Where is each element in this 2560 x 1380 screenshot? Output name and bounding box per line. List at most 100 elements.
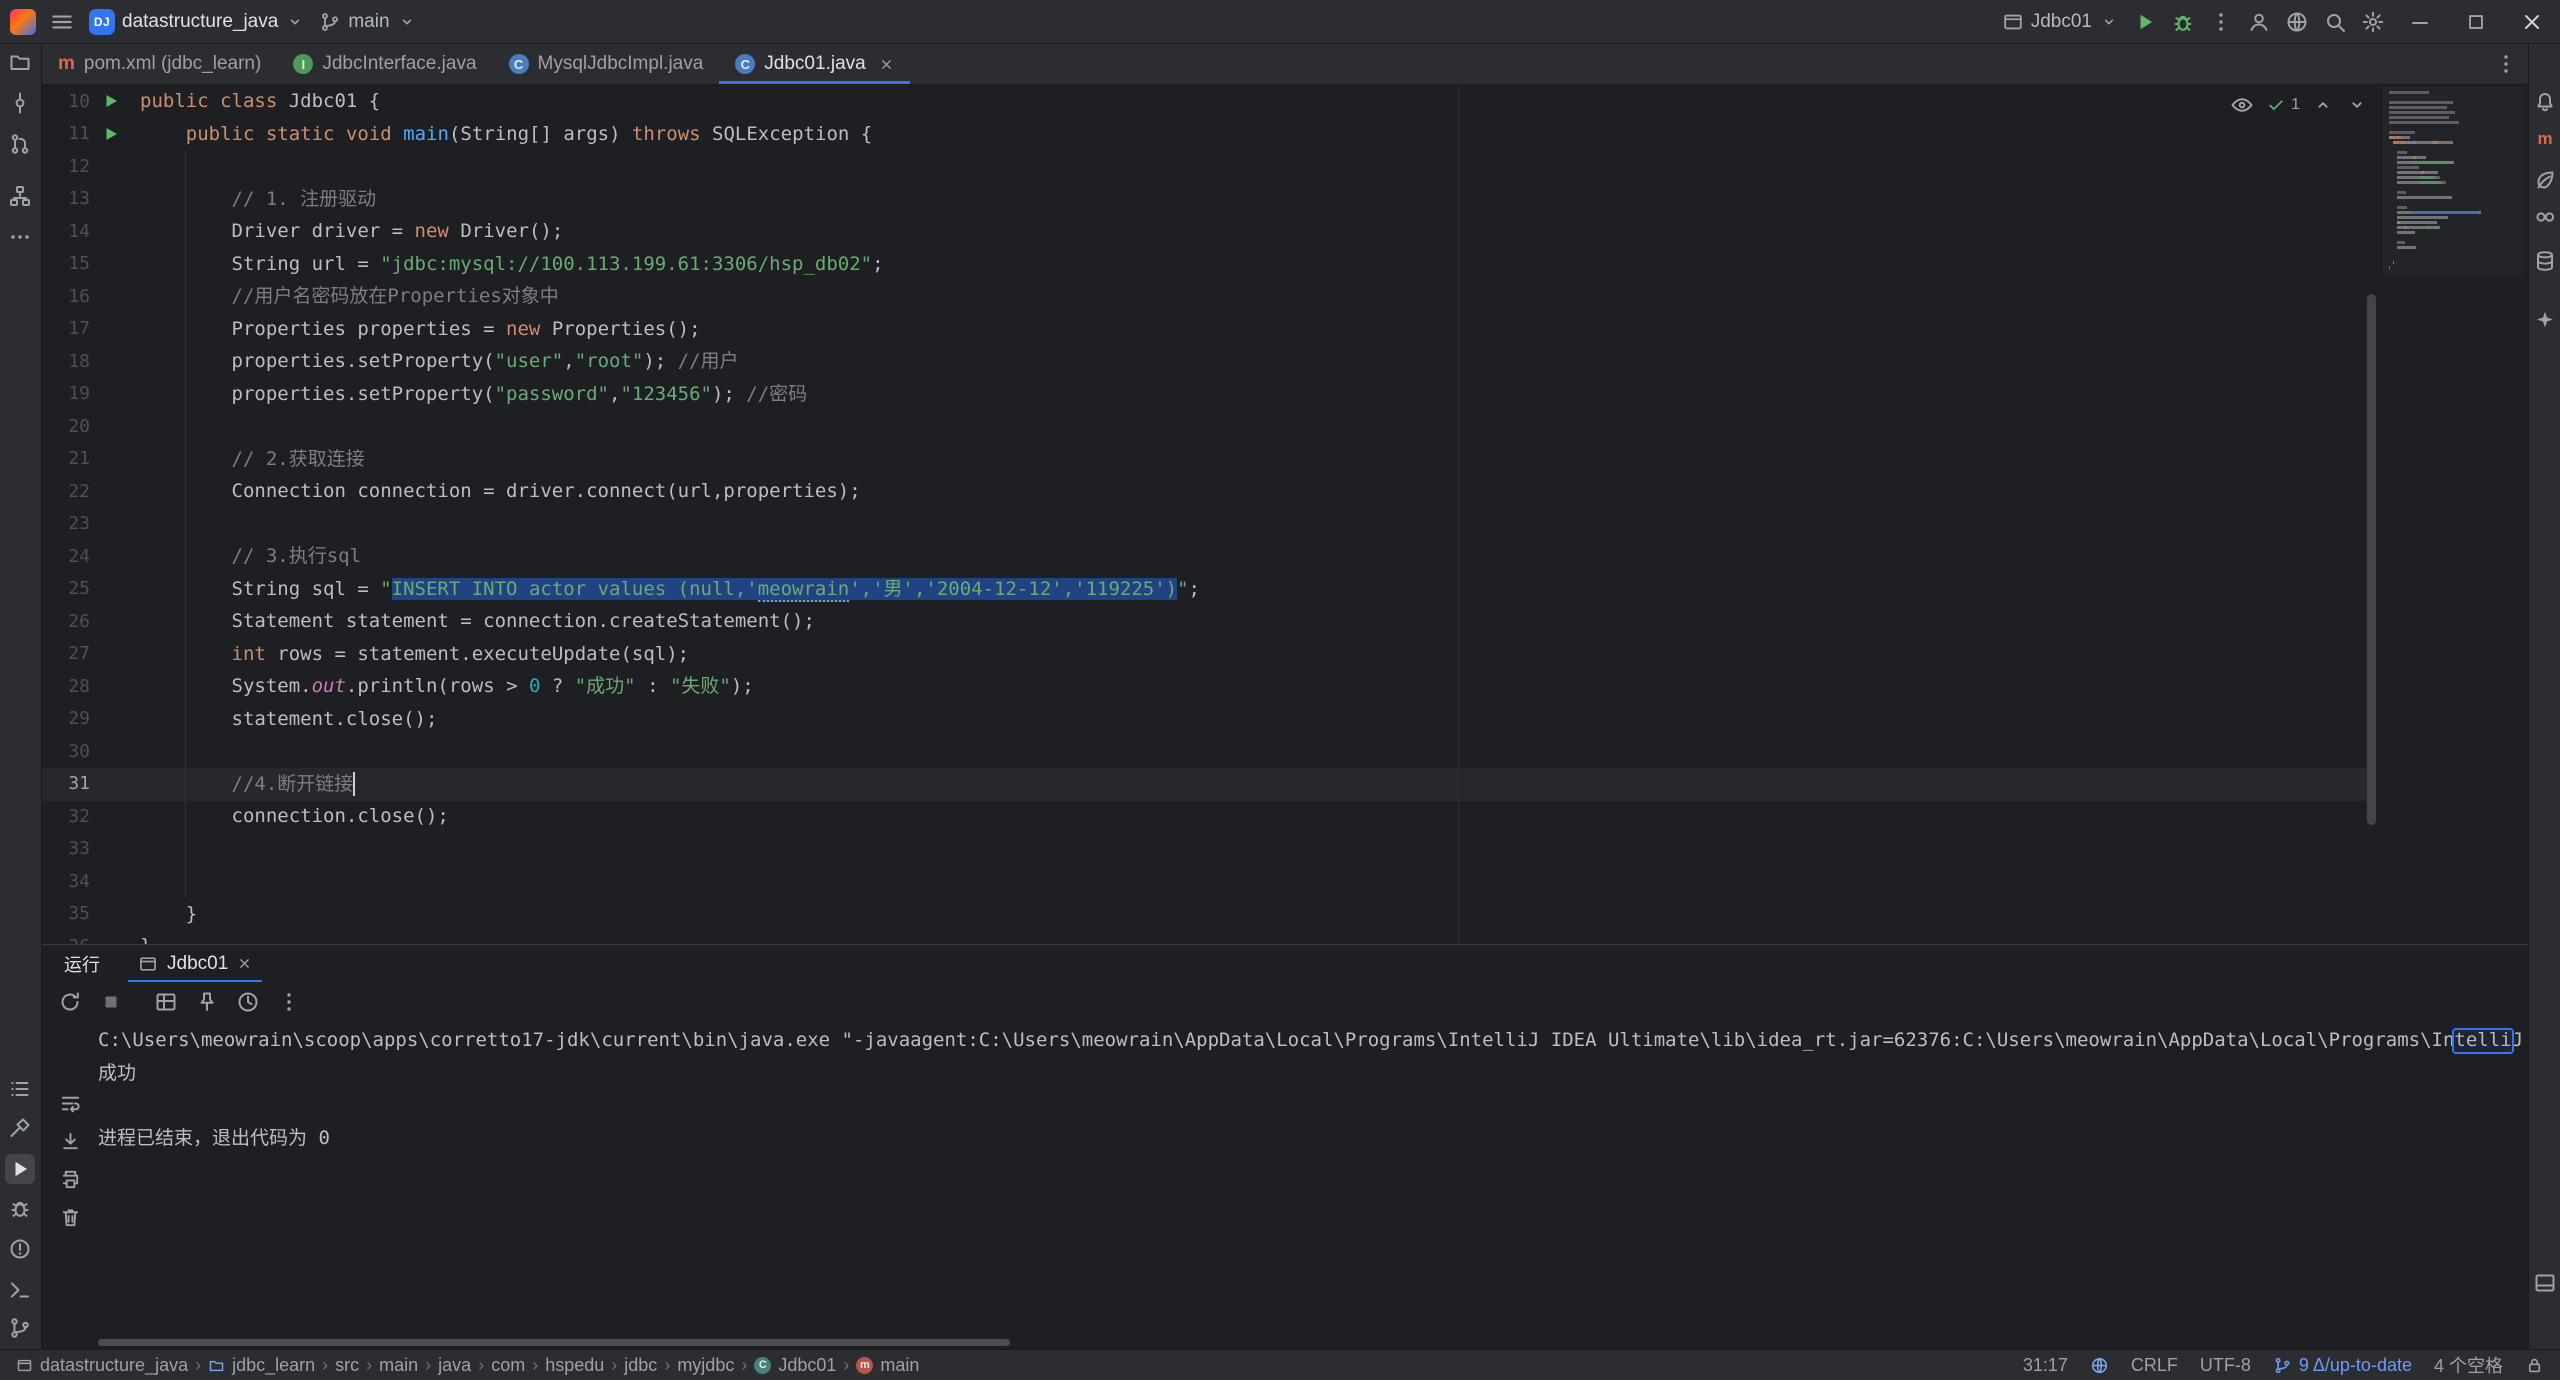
code-line[interactable]: }	[140, 898, 2528, 931]
breadcrumb-jdbc01[interactable]: CJdbc01	[754, 1355, 836, 1376]
code-line[interactable]: // 1. 注册驱动	[140, 183, 2528, 216]
services-tool-button[interactable]	[5, 1074, 35, 1104]
git-tool-button[interactable]	[5, 1313, 35, 1343]
gutter-line[interactable]: 33	[42, 833, 140, 866]
console-output[interactable]: C:\Users\meowrain\scoop\apps\corretto17-…	[98, 1024, 2528, 1337]
translation-status-icon[interactable]	[2090, 1356, 2109, 1375]
code-line[interactable]: // 2.获取连接	[140, 443, 2528, 476]
stop-icon[interactable]	[99, 990, 123, 1014]
code-line[interactable]	[140, 865, 2528, 898]
gutter-line[interactable]: 35	[42, 898, 140, 931]
code-line[interactable]: public class Jdbc01 {	[140, 85, 2528, 118]
code-line[interactable]	[140, 735, 2528, 768]
debug-button[interactable]	[2164, 3, 2202, 41]
indent-config[interactable]: 4 个空格	[2434, 1352, 2503, 1378]
gutter-line[interactable]: 34	[42, 865, 140, 898]
gutter-line[interactable]: 20	[42, 410, 140, 443]
gutter-line[interactable]: 24	[42, 540, 140, 573]
breadcrumb-com[interactable]: com	[491, 1355, 525, 1376]
code-line[interactable]: Driver driver = new Driver();	[140, 215, 2528, 248]
code-line[interactable]: int rows = statement.executeUpdate(sql);	[140, 638, 2528, 671]
restore-layout-icon[interactable]	[154, 990, 178, 1014]
gutter-line[interactable]: 22	[42, 475, 140, 508]
code-line[interactable]: Statement statement = connection.createS…	[140, 605, 2528, 638]
main-menu-button[interactable]	[42, 3, 82, 41]
breadcrumb-src[interactable]: src	[335, 1355, 359, 1376]
prev-problem-icon[interactable]	[2312, 94, 2334, 116]
gutter-line[interactable]: 18	[42, 345, 140, 378]
soft-wrap-icon[interactable]	[59, 1092, 82, 1115]
breadcrumb-hspedu[interactable]: hspedu	[545, 1355, 604, 1376]
run-button[interactable]	[2126, 3, 2164, 41]
gutter-line[interactable]: 14	[42, 215, 140, 248]
maven-tool-button[interactable]: m	[2530, 124, 2560, 154]
breadcrumb-datastructure-java[interactable]: datastructure_java	[16, 1355, 188, 1376]
build-tool-button[interactable]	[5, 1113, 35, 1143]
code-line[interactable]: //用户名密码放在Properties对象中	[140, 280, 2528, 313]
problems-tool-button[interactable]	[5, 1234, 35, 1264]
next-problem-icon[interactable]	[2346, 94, 2368, 116]
ai-assistant-tool-button[interactable]	[2530, 305, 2560, 335]
code-area[interactable]: public class Jdbc01 { public static void…	[140, 85, 2528, 944]
code-line[interactable]: Properties properties = new Properties()…	[140, 313, 2528, 346]
more-tool-windows-tool-button[interactable]	[5, 222, 35, 252]
print-icon[interactable]	[59, 1168, 82, 1191]
translate-button[interactable]	[2278, 3, 2316, 41]
run-content-tab[interactable]: Jdbc01	[128, 945, 262, 982]
settings-button[interactable]	[2354, 3, 2392, 41]
gutter-line[interactable]: 29	[42, 703, 140, 736]
pull-requests-tool-button[interactable]	[5, 129, 35, 159]
structure-tool-button[interactable]	[5, 181, 35, 211]
code-line[interactable]: properties.setProperty("password","12345…	[140, 378, 2528, 411]
editor-tab-jdbc01-java[interactable]: CJdbc01.java	[719, 44, 909, 84]
minimize-button[interactable]	[2392, 0, 2448, 44]
gutter-line[interactable]: 31	[42, 768, 140, 801]
breadcrumb-main[interactable]: main	[379, 1355, 418, 1376]
code-line[interactable]: System.out.println(rows > 0 ? "成功" : "失败…	[140, 670, 2528, 703]
gutter-line[interactable]: 15	[42, 248, 140, 281]
code-line[interactable]: // 3.执行sql	[140, 540, 2528, 573]
gutter-line[interactable]: 21	[42, 443, 140, 476]
vcs-branch-widget[interactable]: main	[312, 3, 423, 41]
history-icon[interactable]	[236, 990, 260, 1014]
code-line[interactable]: connection.close();	[140, 800, 2528, 833]
code-line[interactable]: String sql = "INSERT INTO actor values (…	[140, 573, 2528, 606]
console-fold-indicator[interactable]	[2452, 1028, 2514, 1054]
breadcrumb-jdbc[interactable]: jdbc	[624, 1355, 657, 1376]
breadcrumb-java[interactable]: java	[438, 1355, 471, 1376]
code-line[interactable]: properties.setProperty("user","root"); /…	[140, 345, 2528, 378]
code-line[interactable]: }	[140, 930, 2528, 944]
code-editor[interactable]: 1011121314151617181920212223242526272829…	[42, 85, 2528, 944]
code-minimap[interactable]	[2382, 87, 2523, 275]
code-line[interactable]	[140, 508, 2528, 541]
editor-scrollbar[interactable]	[2367, 294, 2376, 825]
gutter-line[interactable]: 27	[42, 638, 140, 671]
file-encoding[interactable]: UTF-8	[2200, 1355, 2251, 1376]
terminal-tool-button[interactable]	[5, 1275, 35, 1305]
editor-tab-jdbcinterface-java[interactable]: IJdbcInterface.java	[277, 44, 492, 84]
gutter-line[interactable]: 17	[42, 313, 140, 346]
lock-icon[interactable]	[2525, 1356, 2544, 1375]
breadcrumb-myjdbc[interactable]: myjdbc	[677, 1355, 734, 1376]
gutter-line[interactable]: 10	[42, 85, 140, 118]
close-tab-icon[interactable]	[879, 57, 894, 72]
gutter-line[interactable]: 36	[42, 930, 140, 944]
console-hscrollbar[interactable]	[98, 1339, 1010, 1346]
maximize-button[interactable]	[2448, 0, 2504, 44]
run-gutter-button[interactable]	[90, 125, 132, 143]
code-line[interactable]: String url = "jdbc:mysql://100.113.199.6…	[140, 248, 2528, 281]
gutter-line[interactable]: 23	[42, 508, 140, 541]
run-gutter-button[interactable]	[90, 92, 132, 110]
code-line[interactable]: Connection connection = driver.connect(u…	[140, 475, 2528, 508]
notifications-tool-button[interactable]	[2530, 86, 2560, 116]
breadcrumb-jdbc-learn[interactable]: jdbc_learn	[208, 1355, 315, 1376]
code-line[interactable]: //4.断开链接	[140, 768, 2528, 801]
bean-tool-button[interactable]	[2530, 165, 2560, 195]
gutter-line[interactable]: 16	[42, 280, 140, 313]
gradle-tool-button[interactable]	[2530, 202, 2560, 232]
project-tool-button[interactable]	[5, 47, 35, 77]
run-configuration-widget[interactable]: Jdbc01	[1995, 3, 2126, 41]
vcs-status-widget[interactable]: 9 Δ/up-to-date	[2273, 1355, 2412, 1376]
search-everywhere-button[interactable]	[2316, 3, 2354, 41]
gutter-line[interactable]: 26	[42, 605, 140, 638]
